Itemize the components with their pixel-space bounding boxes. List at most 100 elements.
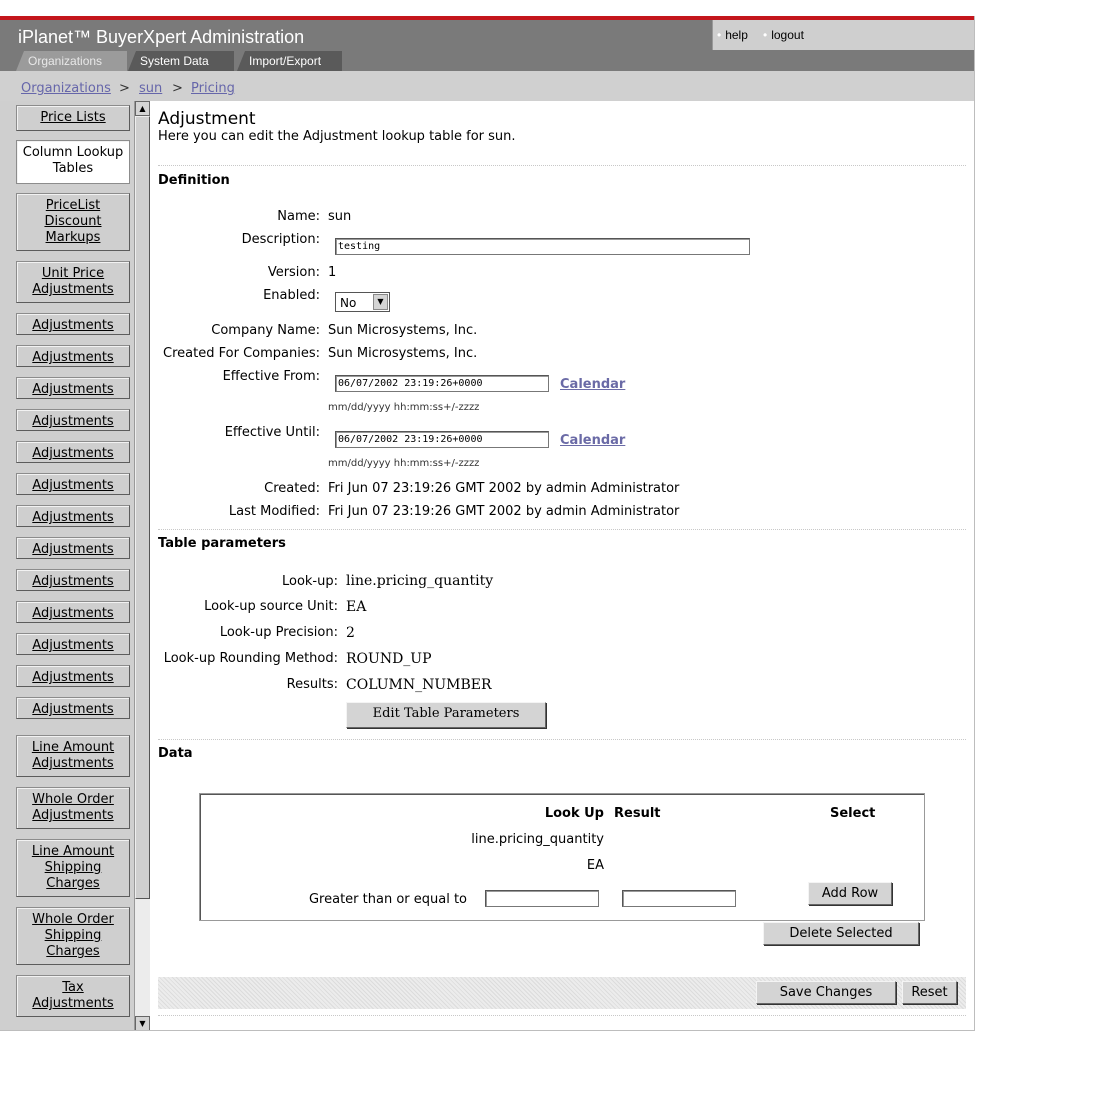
- sidebar-item-tax-adjustments[interactable]: Tax Adjustments: [16, 975, 130, 1017]
- help-link[interactable]: help: [717, 28, 748, 42]
- sidebar-item-label: Adjustments: [32, 350, 114, 365]
- divider: [158, 529, 966, 531]
- sidebar-item-adjustments[interactable]: Adjustments: [16, 601, 130, 623]
- data-table: Look Up Result Select line.pricing_quant…: [199, 793, 925, 921]
- sidebar-item-adjustments[interactable]: Adjustments: [16, 505, 130, 527]
- sidebar-item-price-lists[interactable]: Price Lists: [16, 105, 130, 131]
- reset-button[interactable]: Reset: [902, 981, 957, 1004]
- breadcrumb-organizations[interactable]: Organizations: [21, 81, 111, 96]
- results-value: COLUMN_NUMBER: [346, 677, 492, 693]
- lookup-unit-value: EA: [586, 858, 604, 873]
- delete-selected-button[interactable]: Delete Selected: [763, 922, 919, 945]
- sidebar-item-pricelist-discount-markups[interactable]: PriceList Discount Markups: [16, 193, 130, 251]
- sidebar-item-adjustments[interactable]: Adjustments: [16, 377, 130, 399]
- sidebar-item-unit-price-adjustments[interactable]: Unit Price Adjustments: [16, 261, 130, 303]
- description-label: Description:: [241, 232, 320, 247]
- sidebar-item-adjustments[interactable]: Adjustments: [16, 313, 130, 335]
- sidebar-item-whole-order-shipping-charges[interactable]: Whole Order Shipping Charges: [16, 907, 130, 965]
- scroll-up-icon[interactable]: ▲: [135, 101, 150, 116]
- version-value: 1: [328, 265, 337, 280]
- sidebar-scrollbar[interactable]: ▲ ▼: [134, 101, 150, 1030]
- sidebar-item-label: Adjustments: [32, 808, 114, 823]
- col-result-header: Result: [614, 806, 661, 821]
- precision-label: Look-up Precision:: [219, 625, 338, 640]
- effective-from-format-hint: mm/dd/yyyy hh:mm:ss+/-zzzz: [328, 402, 480, 413]
- sidebar-item-label: Charges: [46, 944, 100, 959]
- sidebar-item-adjustments[interactable]: Adjustments: [16, 633, 130, 655]
- name-value: sun: [328, 209, 352, 224]
- tab-organizations[interactable]: Organizations: [16, 51, 127, 71]
- divider: [158, 739, 966, 741]
- sidebar-item-line-amount-shipping-charges[interactable]: Line Amount Shipping Charges: [16, 839, 130, 897]
- sidebar-item-whole-order-adjustments[interactable]: Whole Order Adjustments: [16, 787, 130, 829]
- effective-until-field[interactable]: [335, 431, 549, 448]
- chevron-down-icon[interactable]: ▼: [373, 294, 388, 310]
- created-for-label: Created For Companies:: [163, 346, 320, 361]
- main-content: Adjustment Here you can edit the Adjustm…: [150, 101, 974, 1030]
- page-intro: Here you can edit the Adjustment lookup …: [158, 129, 516, 144]
- sidebar-item-column-lookup-tables[interactable]: Column Lookup Tables: [16, 140, 130, 184]
- section-data-heading: Data: [158, 746, 193, 761]
- lookup-value: line.pricing_quantity: [346, 573, 494, 589]
- precision-value: 2: [346, 625, 355, 641]
- divider: [158, 1015, 966, 1017]
- sidebar-item-label: Adjustments: [32, 446, 114, 461]
- effective-until-format-hint: mm/dd/yyyy hh:mm:ss+/-zzzz: [328, 458, 480, 469]
- breadcrumb-sun[interactable]: sun: [139, 81, 162, 96]
- breadcrumb-separator: >: [119, 81, 130, 96]
- sidebar-item-adjustments[interactable]: Adjustments: [16, 441, 130, 463]
- tab-import-export[interactable]: Import/Export: [237, 51, 342, 71]
- sidebar-item-label: Line Amount: [31, 740, 115, 755]
- effective-until-calendar-link[interactable]: Calendar: [560, 433, 625, 448]
- top-bar: iPlanet™ BuyerXpert Administration help …: [0, 16, 974, 71]
- sidebar-item-adjustments[interactable]: Adjustments: [16, 665, 130, 687]
- sidebar-item-label: Line Amount: [31, 844, 115, 859]
- breadcrumb-separator: >: [172, 81, 183, 96]
- result-value-field[interactable]: [622, 890, 736, 907]
- lookup-field-value: line.pricing_quantity: [471, 832, 604, 847]
- scroll-down-icon[interactable]: ▼: [135, 1016, 150, 1030]
- scroll-thumb[interactable]: [135, 116, 150, 899]
- tab-system-data[interactable]: System Data: [128, 51, 234, 71]
- modified-value: Fri Jun 07 23:19:26 GMT 2002 by admin Ad…: [328, 504, 680, 519]
- sidebar-item-adjustments[interactable]: Adjustments: [16, 697, 130, 719]
- sidebar-item-adjustments[interactable]: Adjustments: [16, 569, 130, 591]
- sidebar-item-label: Adjustments: [32, 574, 114, 589]
- sidebar-item-adjustments[interactable]: Adjustments: [16, 409, 130, 431]
- created-label: Created:: [264, 481, 320, 496]
- breadcrumb-pricing[interactable]: Pricing: [191, 81, 235, 96]
- sidebar: Price Lists Column Lookup Tables PriceLis…: [0, 101, 150, 1030]
- sidebar-item-label: Charges: [46, 876, 100, 891]
- sidebar-item-label: Whole Order: [32, 792, 114, 807]
- description-field[interactable]: [335, 238, 750, 255]
- enabled-select[interactable]: No ▼: [335, 292, 390, 312]
- sidebar-item-label: Adjustments: [32, 606, 114, 621]
- add-row-button[interactable]: Add Row: [808, 882, 892, 905]
- logout-link[interactable]: logout: [763, 28, 804, 42]
- sidebar-item-label: Adjustments: [32, 282, 114, 297]
- sidebar-item-line-amount-adjustments[interactable]: Line Amount Adjustments: [16, 735, 130, 777]
- version-label: Version:: [267, 265, 320, 280]
- sidebar-item-label: Adjustments: [32, 414, 114, 429]
- sidebar-item-label: Adjustments: [32, 670, 114, 685]
- effective-from-calendar-link[interactable]: Calendar: [560, 377, 625, 392]
- sidebar-item-label: Tables: [52, 161, 94, 176]
- edit-table-parameters-button[interactable]: Edit Table Parameters: [346, 702, 546, 728]
- save-changes-button[interactable]: Save Changes: [756, 981, 896, 1004]
- created-value: Fri Jun 07 23:19:26 GMT 2002 by admin Ad…: [328, 481, 680, 496]
- section-table-parameters-heading: Table parameters: [158, 536, 286, 551]
- utility-links: help logout: [712, 20, 974, 50]
- lookup-threshold-field[interactable]: [485, 890, 599, 907]
- sidebar-item-adjustments[interactable]: Adjustments: [16, 345, 130, 367]
- sidebar-item-adjustments[interactable]: Adjustments: [16, 537, 130, 559]
- sidebar-item-label: Shipping: [44, 860, 102, 875]
- lookup-label: Look-up:: [281, 574, 338, 589]
- sidebar-item-adjustments[interactable]: Adjustments: [16, 473, 130, 495]
- company-value: Sun Microsystems, Inc.: [328, 323, 478, 338]
- app-window: iPlanet™ BuyerXpert Administration help …: [0, 16, 975, 1031]
- modified-label: Last Modified:: [228, 504, 320, 519]
- company-label: Company Name:: [211, 323, 320, 338]
- divider: [158, 165, 966, 167]
- effective-from-field[interactable]: [335, 375, 549, 392]
- app-title: iPlanet™ BuyerXpert Administration: [18, 27, 305, 47]
